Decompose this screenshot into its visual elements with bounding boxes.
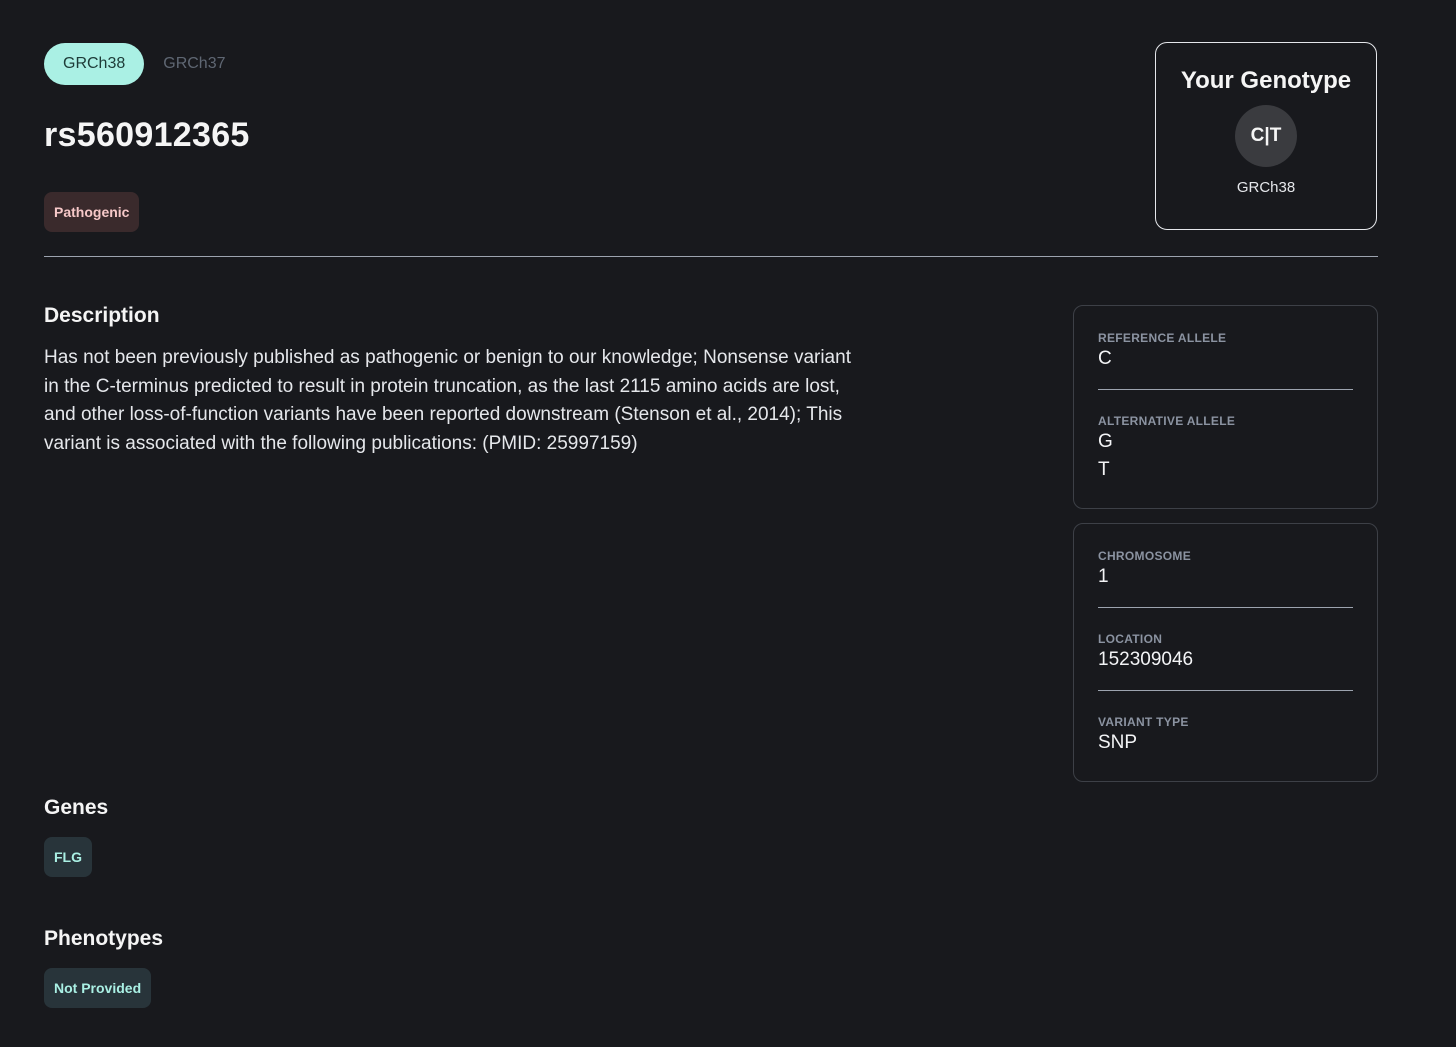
variant-type-row: VARIANT TYPE SNP (1098, 691, 1353, 781)
gene-badge[interactable]: FLG (44, 837, 92, 877)
chromosome-value: 1 (1098, 566, 1109, 587)
variant-page: GRCh38 GRCh37 rs560912365 Pathogenic You… (0, 0, 1456, 1047)
description-text: Has not been previously published as pat… (44, 347, 851, 454)
assembly-tabs: GRCh38 GRCh37 (44, 43, 245, 85)
variant-rsid-title: rs560912365 (44, 116, 250, 154)
reference-allele-row: REFERENCE ALLELE C (1098, 306, 1353, 390)
tab-grch38[interactable]: GRCh38 (44, 43, 145, 85)
location-label: LOCATION (1098, 632, 1163, 646)
genes-title: Genes (44, 796, 109, 819)
chromosome-row: CHROMOSOME 1 (1098, 524, 1353, 608)
location-info-card: CHROMOSOME 1 LOCATION 152309046 VARIANT … (1073, 523, 1378, 782)
alternative-allele-label: ALTERNATIVE ALLELE (1098, 414, 1236, 428)
variant-type-value: SNP (1098, 732, 1138, 753)
clinical-significance-badge: Pathogenic (44, 192, 140, 232)
location-row: LOCATION 152309046 (1098, 608, 1353, 691)
reference-allele-value: C (1098, 348, 1112, 369)
chromosome-label: CHROMOSOME (1098, 549, 1191, 563)
location-value: 152309046 (1098, 649, 1194, 670)
genotype-assembly-label: GRCh38 (1236, 179, 1296, 196)
reference-allele-label: REFERENCE ALLELE (1098, 331, 1227, 345)
variant-type-label: VARIANT TYPE (1098, 715, 1189, 729)
header-divider (44, 256, 1378, 257)
allele-info-card: REFERENCE ALLELE C ALTERNATIVE ALLELE G … (1073, 305, 1378, 509)
genotype-card-title: Your Genotype (1180, 67, 1352, 94)
phenotype-badge[interactable]: Not Provided (44, 968, 152, 1008)
alternative-allele-value: T (1098, 459, 1110, 480)
your-genotype-card: Your Genotype C|T GRCh38 (1155, 42, 1377, 230)
alternative-allele-value: G (1098, 431, 1113, 452)
tab-grch37[interactable]: GRCh37 (144, 43, 244, 85)
genotype-value-circle: C|T (1235, 105, 1297, 167)
phenotypes-title: Phenotypes (44, 927, 164, 950)
alternative-allele-row: ALTERNATIVE ALLELE G T (1098, 390, 1353, 508)
description-title: Description (44, 304, 160, 327)
